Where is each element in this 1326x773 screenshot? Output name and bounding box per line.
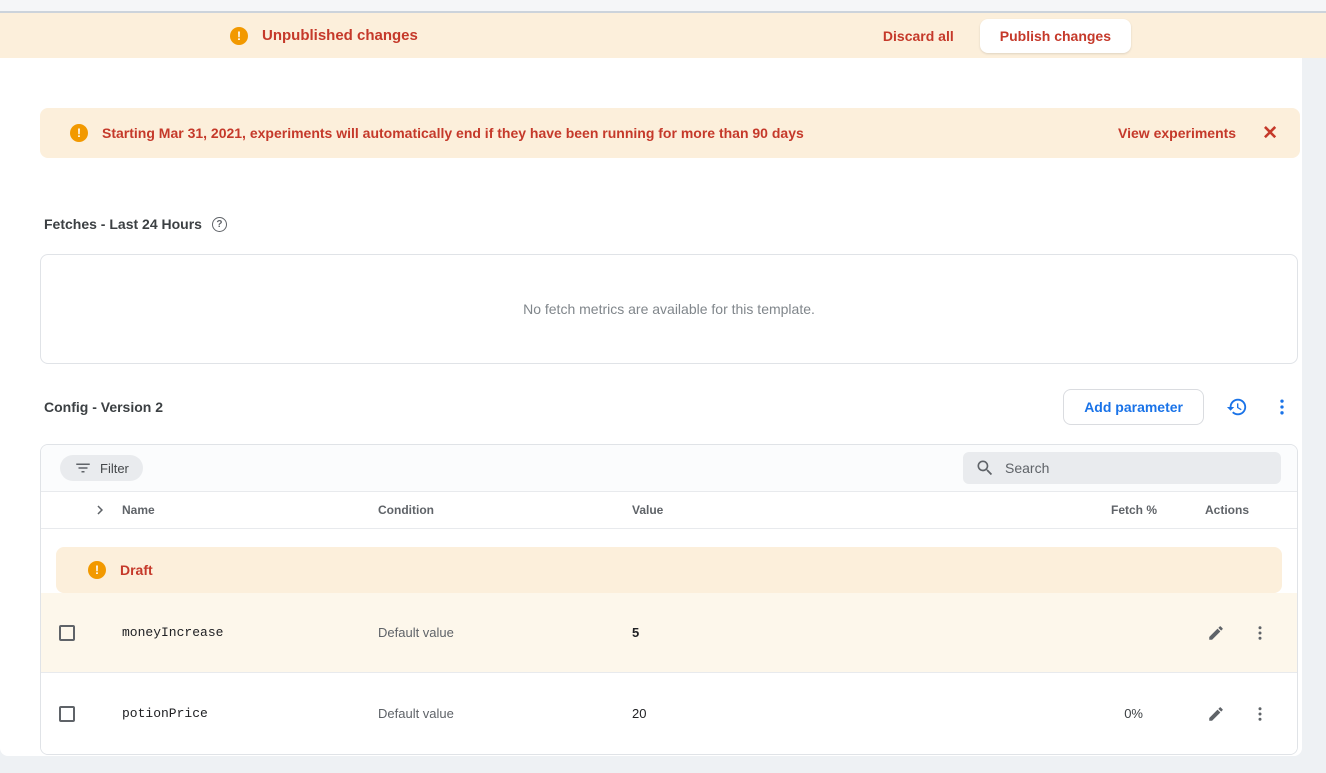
warning-icon: ! (88, 561, 106, 579)
warning-icon: ! (70, 124, 88, 142)
draft-label: Draft (120, 562, 153, 578)
add-parameter-button[interactable]: Add parameter (1063, 389, 1204, 425)
parameter-name: moneyIncrease (122, 625, 378, 640)
config-overflow-menu[interactable] (1270, 395, 1294, 419)
warning-icon: ! (230, 27, 248, 45)
discard-all-button[interactable]: Discard all (883, 28, 954, 44)
filter-label: Filter (100, 461, 129, 476)
column-header-value: Value (632, 503, 1037, 517)
version-history-icon[interactable] (1224, 394, 1250, 420)
expand-all-chevron-icon[interactable] (91, 501, 122, 519)
row-overflow-menu[interactable] (1249, 703, 1271, 725)
publish-changes-button[interactable]: Publish changes (980, 19, 1131, 53)
row-checkbox[interactable] (59, 625, 75, 641)
draft-section-banner: ! Draft (56, 547, 1282, 593)
help-icon[interactable]: ? (212, 217, 227, 232)
config-header: Config - Version 2 Add parameter (40, 386, 1300, 428)
edit-parameter-button[interactable] (1205, 703, 1227, 725)
empty-state-message: No fetch metrics are available for this … (523, 301, 815, 317)
view-experiments-link[interactable]: View experiments (1118, 125, 1236, 141)
unpublished-changes-banner: ! Unpublished changes Discard all Publis… (0, 13, 1326, 58)
kebab-menu-icon (1272, 397, 1292, 417)
experiments-notice-banner: ! Starting Mar 31, 2021, experiments wil… (40, 108, 1300, 158)
table-header-row: Name Condition Value Fetch % Actions (41, 491, 1297, 529)
browser-top-strip (0, 0, 1326, 13)
unpublished-changes-label: Unpublished changes (262, 27, 418, 44)
pencil-icon (1207, 624, 1225, 642)
config-version-title: Config - Version 2 (44, 399, 163, 415)
filter-icon (74, 459, 92, 477)
kebab-menu-icon (1251, 624, 1269, 642)
close-icon[interactable]: ✕ (1262, 124, 1278, 143)
pencil-icon (1207, 705, 1225, 723)
table-row: potionPrice Default value 20 0% (41, 673, 1297, 754)
table-row: moneyIncrease Default value 5 (41, 593, 1297, 673)
fetches-title-label: Fetches - Last 24 Hours (44, 216, 202, 232)
column-header-fetch: Fetch % (1037, 503, 1157, 517)
kebab-menu-icon (1251, 705, 1269, 723)
fetches-section-title: Fetches - Last 24 Hours ? (44, 216, 1302, 232)
experiments-notice-text: Starting Mar 31, 2021, experiments will … (102, 125, 804, 141)
row-overflow-menu[interactable] (1249, 622, 1271, 644)
column-header-name: Name (122, 503, 378, 517)
column-header-condition: Condition (378, 503, 632, 517)
column-header-actions: Actions (1157, 503, 1297, 517)
parameter-name: potionPrice (122, 706, 378, 721)
parameter-condition: Default value (378, 625, 632, 640)
parameter-value: 20 (632, 706, 1037, 721)
edit-parameter-button[interactable] (1205, 622, 1227, 644)
parameter-fetch-percent: 0% (1037, 706, 1157, 721)
history-icon (1226, 396, 1248, 418)
search-icon (975, 458, 995, 478)
parameters-table-card: Filter Name Condition Value Fetch % Acti… (40, 444, 1298, 755)
main-content: ! Starting Mar 31, 2021, experiments wil… (0, 58, 1302, 756)
fetch-metrics-card: No fetch metrics are available for this … (40, 254, 1298, 364)
search-box[interactable] (963, 452, 1281, 484)
search-input[interactable] (1005, 460, 1269, 476)
filter-chip[interactable]: Filter (60, 455, 143, 481)
table-toolbar: Filter (41, 445, 1297, 491)
parameter-value: 5 (632, 625, 1037, 640)
row-checkbox[interactable] (59, 706, 75, 722)
parameter-condition: Default value (378, 706, 632, 721)
